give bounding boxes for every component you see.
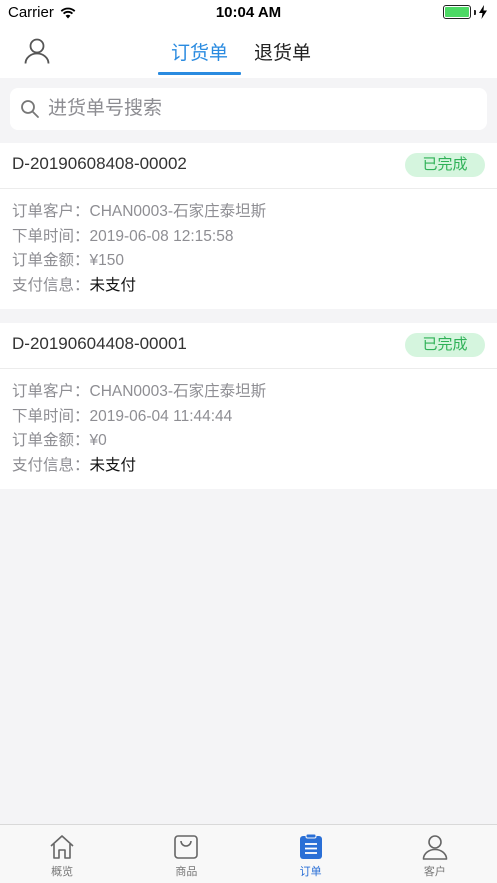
payment-label: 支付信息： [12, 456, 90, 474]
bottom-tab-bar: 概览 商品 订单 客户 [0, 824, 497, 883]
home-icon [50, 835, 74, 859]
payment-label: 支付信息： [12, 276, 90, 294]
order-time-row: 下单时间：2019-06-08 12:15:58 [12, 224, 485, 249]
search-section [0, 78, 497, 142]
amount-label: 订单金额： [12, 432, 90, 449]
charging-icon [479, 5, 487, 19]
order-header: D-20190604408-00001 已完成 [0, 323, 497, 369]
search-input[interactable] [48, 98, 468, 120]
time-label: 下单时间： [12, 407, 90, 425]
order-number: D-20190608408-00002 [12, 154, 187, 173]
order-time-row: 下单时间：2019-06-04 11:44:44 [12, 404, 485, 429]
search-icon [21, 100, 39, 118]
tabbar-item-customers[interactable]: 客户 [373, 825, 497, 883]
tabbar-item-orders[interactable]: 订单 [249, 825, 373, 883]
tabbar-label: 概览 [51, 866, 74, 878]
customer-label: 订单客户： [12, 383, 90, 400]
amount-label: 订单金额： [12, 252, 90, 269]
tab-label: 订货单 [170, 43, 228, 64]
payment-value: 未支付 [89, 456, 137, 474]
status-badge: 已完成 [405, 333, 485, 357]
order-details: 订单客户：CHAN0003-石家庄泰坦斯 下单时间：2019-06-04 11:… [0, 369, 497, 489]
customer-label: 订单客户： [12, 203, 90, 220]
tabbar-label: 客户 [423, 866, 446, 878]
order-type-tabs: 订货单 退货单 [158, 26, 324, 78]
time-value: 2019-06-08 12:15:58 [89, 227, 234, 245]
order-header: D-20190608408-00002 已完成 [0, 143, 497, 189]
order-details: 订单客户：CHAN0003-石家庄泰坦斯 下单时间：2019-06-08 12:… [0, 189, 497, 309]
tab-return-orders[interactable]: 退货单 [241, 26, 324, 78]
top-header: 订货单 退货单 [0, 26, 497, 78]
user-icon [422, 835, 448, 860]
tab-label: 退货单 [253, 43, 311, 64]
time-value: 2019-06-04 11:44:44 [89, 407, 233, 425]
tabbar-label: 订单 [299, 866, 322, 878]
amount-value: ¥150 [89, 252, 124, 269]
payment-value: 未支付 [89, 276, 137, 294]
order-number: D-20190604408-00001 [12, 334, 187, 353]
order-customer-row: 订单客户：CHAN0003-石家庄泰坦斯 [12, 379, 485, 404]
status-bar: Carrier 10:04 AM [0, 0, 497, 26]
order-customer-row: 订单客户：CHAN0003-石家庄泰坦斯 [12, 199, 485, 224]
clipboard-icon [299, 833, 322, 859]
time-label: 下单时间： [12, 227, 90, 245]
order-payment-row: 支付信息：未支付 [12, 273, 485, 298]
customer-value: CHAN0003-石家庄泰坦斯 [89, 203, 267, 220]
order-payment-row: 支付信息：未支付 [12, 453, 485, 478]
bag-icon [174, 835, 199, 859]
order-amount-row: 订单金额：¥150 [12, 248, 485, 273]
tabbar-item-products[interactable]: 商品 [124, 825, 248, 883]
profile-icon[interactable] [22, 36, 52, 66]
tab-purchase-orders[interactable]: 订货单 [158, 26, 241, 78]
battery-indicator [443, 5, 487, 19]
tabbar-item-overview[interactable]: 概览 [0, 825, 124, 883]
customer-value: CHAN0003-石家庄泰坦斯 [89, 383, 267, 400]
status-badge: 已完成 [405, 153, 485, 177]
order-card[interactable]: D-20190604408-00001 已完成 订单客户：CHAN0003-石家… [0, 323, 497, 489]
tabbar-label: 商品 [175, 866, 198, 878]
amount-value: ¥0 [89, 432, 107, 449]
battery-icon [443, 5, 471, 19]
search-box[interactable] [10, 88, 487, 130]
status-time: 10:04 AM [215, 4, 282, 21]
order-amount-row: 订单金额：¥0 [12, 428, 485, 453]
order-card[interactable]: D-20190608408-00002 已完成 订单客户：CHAN0003-石家… [0, 143, 497, 309]
